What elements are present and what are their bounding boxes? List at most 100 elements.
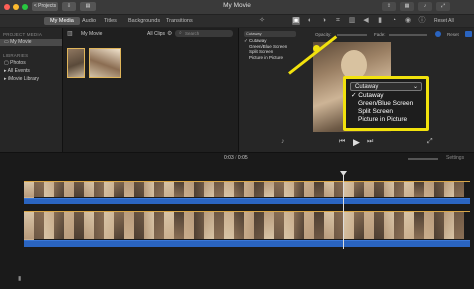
clip-filter-dropdown[interactable]: All Clips xyxy=(147,31,165,37)
tab-transitions[interactable]: Transitions xyxy=(160,17,199,25)
timeline: 0:03 / 0:05 Settings ▮ xyxy=(0,152,474,289)
crop-icon[interactable]: ⌗ xyxy=(334,17,342,25)
apply-checkbox[interactable] xyxy=(465,31,472,37)
noise-reduction-icon[interactable]: ▮ xyxy=(376,17,384,25)
filmstrip-frame xyxy=(434,212,444,239)
filmstrip-frame xyxy=(154,182,164,197)
filmstrip-frame xyxy=(194,212,204,239)
search-input[interactable]: Search xyxy=(175,30,233,37)
fullscreen-viewer-icon[interactable]: ⤢ xyxy=(427,138,433,146)
filmstrip-frame xyxy=(434,182,444,197)
disclosure-icon: ▸ xyxy=(4,76,7,82)
reset-button[interactable]: Reset xyxy=(447,32,459,37)
filmstrip-frame xyxy=(264,182,274,197)
callout-option[interactable]: Split Screen xyxy=(358,108,393,116)
filmstrip-frame xyxy=(44,212,54,239)
fade-slider[interactable] xyxy=(389,34,427,36)
filmstrip-frame xyxy=(174,182,184,197)
filmstrip-frame xyxy=(374,182,384,197)
audio-meter-icon: ▮ xyxy=(18,276,22,282)
main-audio-waveform xyxy=(24,240,470,247)
reset-all-button[interactable]: Reset All xyxy=(434,17,454,25)
playhead[interactable] xyxy=(343,175,344,249)
main-clip[interactable] xyxy=(24,211,470,240)
filmstrip-frame xyxy=(64,212,74,239)
filmstrip-frame xyxy=(104,212,114,239)
filmstrip-frame xyxy=(224,182,234,197)
sidebar-item-all-events[interactable]: ▸ All Events xyxy=(4,68,30,75)
filmstrip-frame xyxy=(404,212,414,239)
media-thumbnail[interactable] xyxy=(67,48,85,78)
fullscreen-icon[interactable]: ⤢ xyxy=(436,2,450,11)
video-overlay-icon[interactable]: ▣ xyxy=(292,17,300,25)
skip-back-icon[interactable]: ⏮ xyxy=(339,138,345,146)
filmstrip-frame xyxy=(364,212,374,239)
filmstrip-frame xyxy=(34,182,44,197)
filmstrip-frame xyxy=(164,212,174,239)
callout-option[interactable]: Picture in Picture xyxy=(358,116,407,124)
viewer: Cutaway ✓ Cutaway Green/Blue Screen Spli… xyxy=(238,28,474,152)
callout-option[interactable]: ✓ Cutaway xyxy=(351,92,384,100)
overlay-mode-dropdown[interactable]: Cutaway xyxy=(244,31,296,37)
sidebar-item-photos[interactable]: ▢ Photos xyxy=(4,60,26,67)
settings-gear-icon[interactable]: ⚙ xyxy=(167,30,172,37)
current-time: 0:03 xyxy=(224,155,234,161)
sidebar-item-imovie-library[interactable]: ▸ iMovie Library xyxy=(4,76,39,83)
sidebar-item-my-movie[interactable]: ▭ My Movie xyxy=(0,39,62,46)
clip-filter-icon[interactable]: ◉ xyxy=(404,17,412,25)
overlay-mode-dropdown-zoomed[interactable]: Cutaway ⌄ xyxy=(350,82,422,91)
sidebar-toggle-icon[interactable]: ▥ xyxy=(67,30,73,37)
overlay-mode-menu: ✓ Cutaway Green/Blue Screen Split Screen… xyxy=(244,38,287,60)
timeline-settings-button[interactable]: Settings xyxy=(446,155,464,161)
filmstrip-frame xyxy=(124,182,134,197)
callout-highlight: Cutaway ⌄ ✓ Cutaway Green/Blue Screen Sp… xyxy=(343,76,429,131)
disclosure-icon: ▸ xyxy=(4,68,7,74)
magic-wand-icon[interactable]: ✧ xyxy=(258,17,266,25)
overlay-audio-waveform xyxy=(24,198,470,204)
audio-icon[interactable]: ♪ xyxy=(418,2,432,11)
filmstrip-frame xyxy=(394,182,404,197)
media-browser-icon[interactable]: ▦ xyxy=(400,2,414,11)
filmstrip-frame xyxy=(424,212,434,239)
filmstrip-frame xyxy=(54,182,64,197)
share-icon[interactable]: ⇪ xyxy=(382,2,396,11)
fade-toggle[interactable] xyxy=(435,31,441,37)
filmstrip-frame xyxy=(304,212,314,239)
speed-icon[interactable]: ◔ xyxy=(390,17,398,25)
filmstrip-frame xyxy=(414,182,424,197)
filmstrip-frame xyxy=(244,212,254,239)
filmstrip-frame xyxy=(54,212,64,239)
filmstrip-frame xyxy=(24,212,34,239)
menu-item[interactable]: Picture in Picture xyxy=(244,55,287,61)
microphone-icon[interactable]: ♪ xyxy=(281,138,285,145)
stabilization-icon[interactable]: ▥ xyxy=(348,17,356,25)
filmstrip-frame xyxy=(294,212,304,239)
volume-icon[interactable]: ◀ xyxy=(362,17,370,25)
project-media-header: PROJECT MEDIA xyxy=(3,32,43,37)
filmstrip-frame xyxy=(204,212,214,239)
tab-titles[interactable]: Titles xyxy=(98,17,123,25)
opacity-slider[interactable] xyxy=(337,34,367,36)
filmstrip-frame xyxy=(454,212,464,239)
filmstrip-frame xyxy=(164,182,174,197)
zoom-slider[interactable] xyxy=(408,158,438,160)
overlay-clip[interactable] xyxy=(24,181,470,198)
filmstrip-frame xyxy=(324,212,334,239)
filmstrip-frame xyxy=(444,182,454,197)
filmstrip-frame xyxy=(224,212,234,239)
filmstrip-frame xyxy=(324,182,334,197)
color-balance-icon[interactable]: ◐ xyxy=(306,17,314,25)
color-correction-icon[interactable]: ◑ xyxy=(320,17,328,25)
filmstrip-frame xyxy=(234,212,244,239)
filmstrip-frame xyxy=(64,182,74,197)
filmstrip-frame xyxy=(274,182,284,197)
tab-my-media[interactable]: My Media xyxy=(44,17,80,25)
media-thumbnail[interactable] xyxy=(89,48,121,78)
info-icon[interactable]: ⓘ xyxy=(418,17,426,25)
skip-forward-icon[interactable]: ⏭ xyxy=(367,138,373,146)
filmstrip-frame xyxy=(104,182,114,197)
playhead-handle-icon[interactable] xyxy=(340,171,347,176)
filmstrip-frame xyxy=(144,182,154,197)
callout-option[interactable]: Green/Blue Screen xyxy=(358,100,413,108)
play-icon[interactable]: ▶ xyxy=(353,137,360,148)
